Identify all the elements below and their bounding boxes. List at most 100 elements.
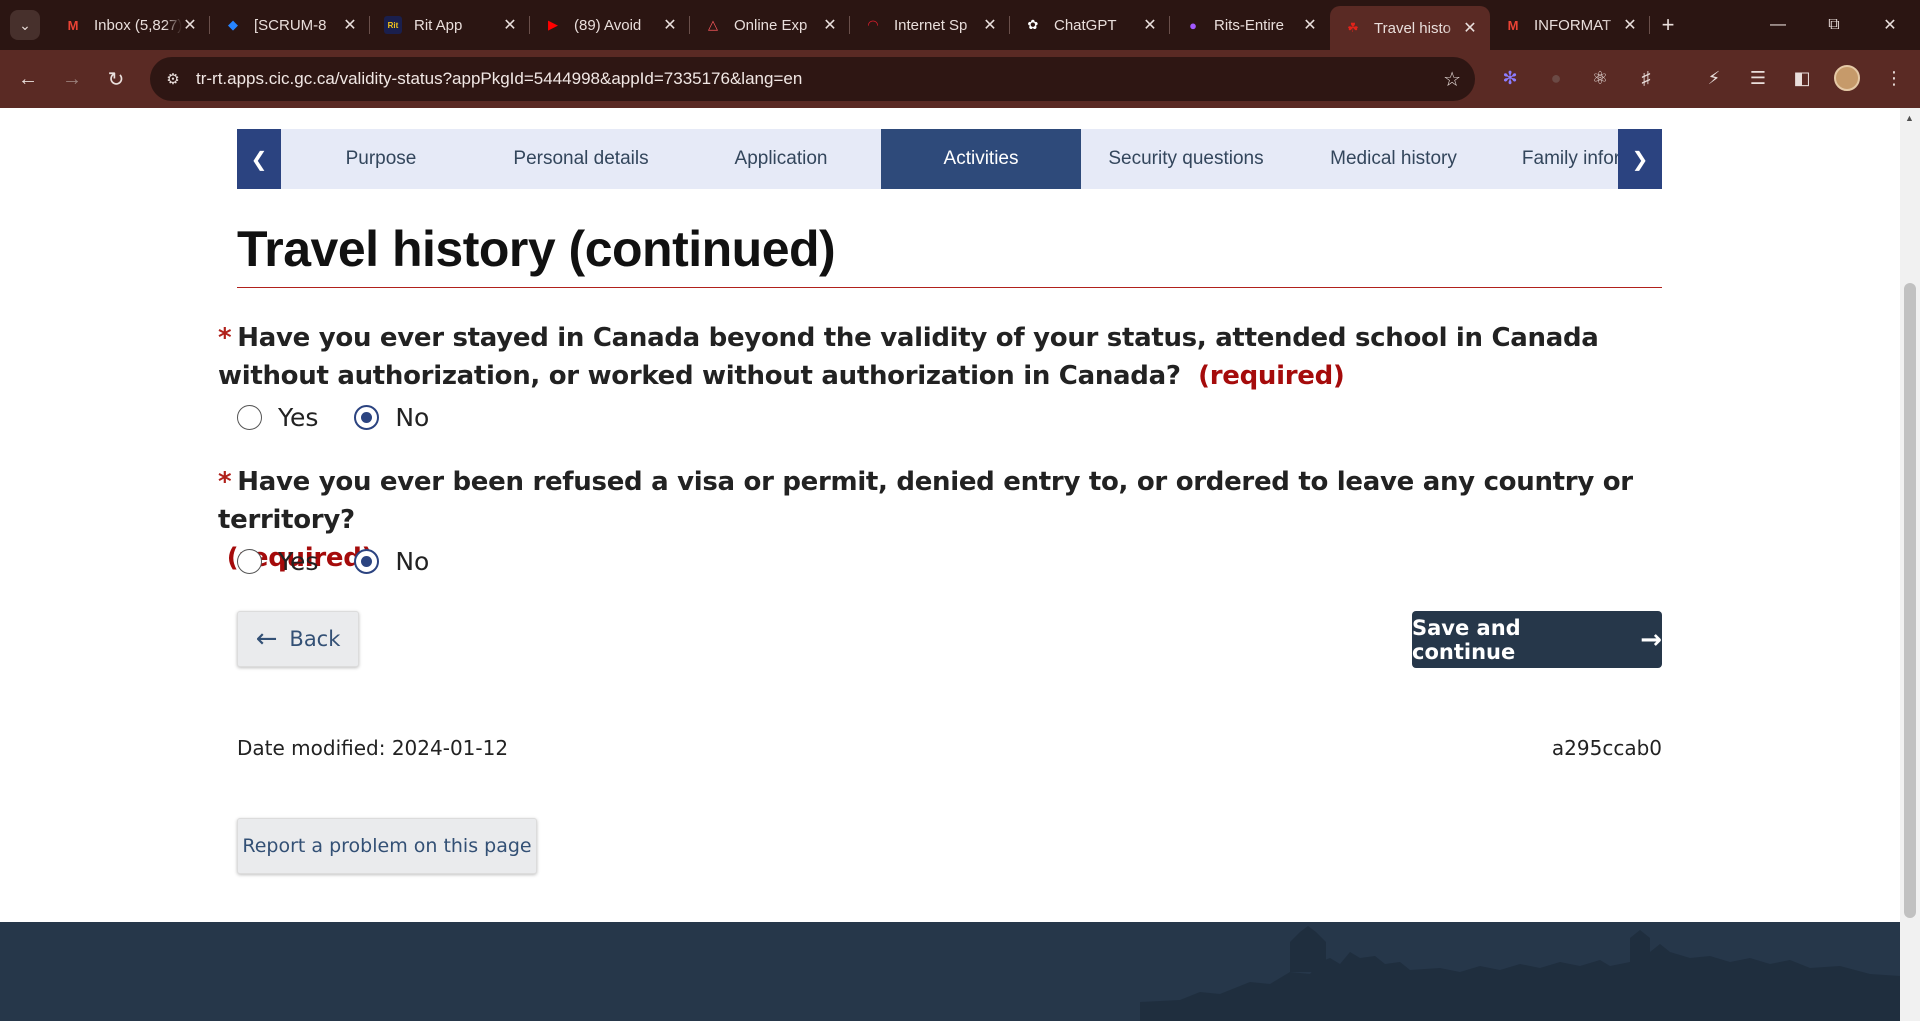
tab-title: ChatGPT (1054, 16, 1117, 34)
forward-nav-button[interactable]: → (56, 63, 88, 95)
radio-label: Yes (278, 547, 319, 576)
step-application[interactable]: Application (681, 129, 881, 189)
close-tab-icon[interactable]: ✕ (1622, 15, 1638, 35)
scroll-up-arrow-icon[interactable]: ▲ (1905, 113, 1914, 123)
address-bar[interactable]: ⚙ tr-rt.apps.cic.gc.ca/validity-status?a… (150, 57, 1475, 101)
radio-option-yes[interactable]: Yes (237, 403, 318, 432)
browser-tab[interactable]: ● Rits-Entire ✕ (1170, 6, 1330, 44)
step-activities[interactable]: Activities (881, 129, 1081, 189)
close-tab-icon[interactable]: ✕ (502, 15, 518, 35)
step-medical-history[interactable]: Medical history (1291, 129, 1496, 189)
extensions-puzzle-icon[interactable]: ♯ (1632, 64, 1660, 92)
browser-tab[interactable]: ☘ Travel histo ✕ (1330, 6, 1490, 50)
close-tab-icon[interactable]: ✕ (1462, 18, 1478, 38)
required-label: (required) (1198, 361, 1345, 391)
tab-title: (89) Avoid (574, 16, 642, 34)
tab-title: [SCRUM-8 (254, 16, 327, 34)
browser-tab[interactable]: Rit Rit App ✕ (370, 6, 530, 44)
airbnb-icon: △ (708, 17, 718, 32)
required-asterisk: * (218, 467, 232, 497)
report-problem-button[interactable]: Report a problem on this page (237, 818, 537, 874)
maple-leaf-icon: ☘ (1347, 20, 1359, 35)
radio-group-overstay: Yes No (237, 403, 465, 432)
tab-title: Internet Sp (894, 16, 968, 34)
page-title: Travel history (continued) (237, 221, 836, 277)
close-window-button[interactable]: ✕ (1862, 0, 1918, 50)
browser-tab[interactable]: ▶ (89) Avoid ✕ (530, 6, 690, 44)
back-button[interactable]: ← Back (237, 611, 359, 667)
site-info-icon[interactable]: ⚙ (162, 68, 184, 90)
figma-icon: ● (1189, 17, 1197, 33)
browser-tab-bar: ⌄ M Inbox (5,827) ✕ ◆ [SCRUM-8 ✕ Rit Rit App ✕ ▶(… (0, 0, 1920, 50)
close-tab-icon[interactable]: ✕ (1302, 15, 1318, 35)
jira-icon: ◆ (228, 17, 238, 32)
tab-title: INFORMAT (1534, 16, 1612, 34)
question-overstay: * Have you ever stayed in Canada beyond t… (218, 319, 1658, 395)
radio-button[interactable] (237, 549, 262, 574)
close-tab-icon[interactable]: ✕ (662, 15, 678, 35)
browser-tab[interactable]: ✿ ChatGPT ✕ (1010, 6, 1170, 44)
bookmark-star-icon[interactable]: ☆ (1443, 67, 1461, 92)
browser-tab[interactable]: M INFORMAT ✕ (1490, 6, 1650, 44)
radio-button-selected[interactable] (354, 405, 380, 430)
version-id: a295ccab0 (1551, 736, 1662, 760)
tab-title: Inbox (5,827) (94, 16, 182, 34)
close-tab-icon[interactable]: ✕ (822, 15, 838, 35)
react-devtools-icon[interactable]: ⚛ (1586, 64, 1614, 92)
chevron-left-icon[interactable]: ❮ (237, 129, 281, 189)
page-footer (0, 922, 1900, 1021)
extension-icon[interactable]: ● (1542, 64, 1570, 92)
gmail-icon: M (1507, 17, 1519, 33)
close-tab-icon[interactable]: ✕ (1142, 15, 1158, 35)
reading-list-icon[interactable]: ☰ (1744, 64, 1772, 92)
tab-title: Rits-Entire (1214, 16, 1285, 34)
tab-strip: M Inbox (5,827) ✕ ◆ [SCRUM-8 ✕ Rit Rit App ✕ ▶ (89… (50, 6, 1686, 50)
radio-label: No (395, 403, 430, 432)
browser-menu-icon[interactable]: ⋮ (1880, 64, 1908, 92)
step-personal-details[interactable]: Personal details (481, 129, 681, 189)
chatgpt-icon: ✿ (1027, 17, 1039, 32)
close-tab-icon[interactable]: ✕ (982, 15, 998, 35)
tab-title: Online Exp (734, 16, 808, 34)
browser-tab[interactable]: ◠ Internet Sp ✕ (850, 6, 1010, 44)
extension-icon[interactable]: ✻ (1496, 64, 1524, 92)
new-tab-button[interactable]: + (1650, 6, 1686, 44)
back-nav-button[interactable]: ← (12, 63, 44, 95)
radio-button-selected[interactable] (354, 549, 380, 574)
step-family-infor[interactable]: Family infor (1496, 129, 1618, 189)
close-tab-icon[interactable]: ✕ (342, 15, 358, 35)
radio-option-no[interactable]: No (354, 547, 429, 576)
step-purpose[interactable]: Purpose (281, 129, 481, 189)
youtube-icon: ▶ (548, 17, 558, 32)
radio-option-yes[interactable]: Yes (237, 547, 318, 576)
radio-option-no[interactable]: No (354, 403, 429, 432)
restore-button[interactable]: ⧉ (1806, 0, 1862, 50)
question-text: Have you ever stayed in Canada beyond th… (218, 323, 1599, 391)
close-tab-icon[interactable]: ✕ (182, 15, 198, 35)
scrollbar-thumb[interactable] (1904, 283, 1916, 918)
question-text: Have you ever been refused a visa or per… (218, 467, 1633, 535)
save-and-continue-button[interactable]: Save and continue → (1412, 611, 1662, 668)
required-asterisk: * (218, 323, 232, 353)
page-scrollbar[interactable]: ▲ (1900, 108, 1920, 1021)
tab-search-button[interactable]: ⌄ (10, 10, 40, 40)
rit-app-icon: Rit (384, 16, 402, 34)
date-modified: Date modified: 2024-01-12 (237, 736, 509, 760)
speedtest-icon: ◠ (868, 17, 878, 32)
url-text[interactable]: tr-rt.apps.cic.gc.ca/validity-status?app… (196, 69, 802, 89)
profile-avatar[interactable] (1834, 65, 1860, 91)
step-security-questions[interactable]: Security questions (1081, 129, 1291, 189)
browser-tab[interactable]: ◆ [SCRUM-8 ✕ (210, 6, 370, 44)
chevron-right-icon[interactable]: ❯ (1618, 129, 1662, 189)
performance-icon[interactable]: ⚡ (1700, 64, 1728, 92)
radio-group-refused: Yes No (237, 547, 465, 576)
parliament-skyline-graphic (1140, 926, 1900, 1021)
side-panel-icon[interactable]: ◧ (1788, 64, 1816, 92)
browser-tab[interactable]: M Inbox (5,827) ✕ (50, 6, 210, 44)
minimize-button[interactable]: — (1750, 0, 1806, 50)
application-step-nav: ❮ Purpose Personal details Application Acti… (237, 129, 1662, 189)
browser-tab[interactable]: △ Online Exp ✕ (690, 6, 850, 44)
radio-button[interactable] (237, 405, 262, 430)
reload-button[interactable]: ↻ (100, 63, 132, 95)
step-list: Purpose Personal details Application Activi… (281, 129, 1618, 189)
